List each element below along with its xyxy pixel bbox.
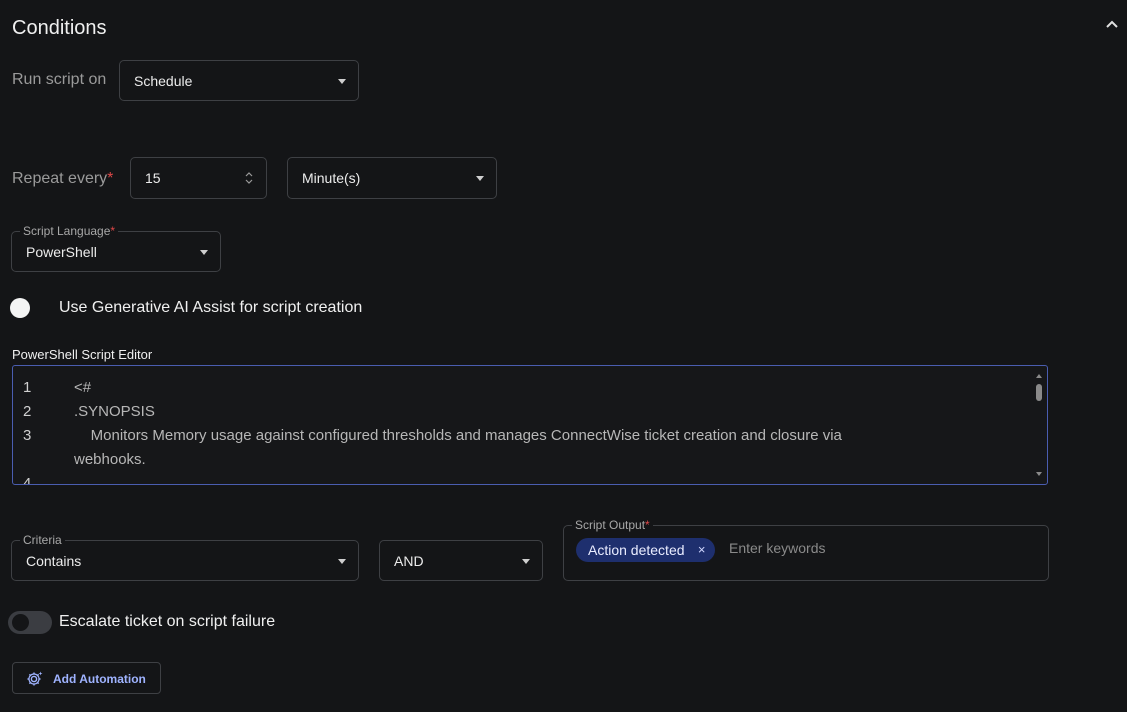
criteria-select[interactable]: Criteria Contains (11, 533, 359, 581)
editor-scrollbar[interactable] (1034, 370, 1044, 480)
criteria-label: Criteria (20, 533, 65, 547)
repeat-label: Repeat every* (12, 170, 114, 187)
gear-icon (27, 671, 43, 686)
script-output-field[interactable]: Script Output* Action detected × (563, 518, 1049, 581)
line-number: 3 (23, 427, 32, 444)
chevron-up-icon[interactable] (1103, 16, 1121, 34)
add-automation-button[interactable]: Add Automation (12, 662, 161, 694)
section-title: Conditions (12, 17, 107, 39)
code-line: <# (74, 379, 92, 396)
repeat-unit-value: Minute(s) (302, 170, 361, 186)
script-language-select[interactable]: Script Language* PowerShell (11, 224, 221, 272)
toggle-knob (12, 614, 29, 631)
script-output-label: Script Output* (572, 518, 653, 532)
editor-label: PowerShell Script Editor (12, 347, 153, 362)
caret-down-icon (200, 249, 208, 255)
caret-down-icon (476, 176, 484, 181)
operator-select[interactable]: AND (379, 540, 543, 581)
run-script-value: Schedule (134, 72, 193, 89)
code-line: Monitors Memory usage against configured… (74, 427, 842, 444)
keywords-input[interactable] (727, 539, 931, 557)
chip-remove-icon[interactable]: × (698, 538, 706, 562)
repeat-value: 15 (145, 170, 161, 186)
caret-down-icon (338, 78, 346, 84)
keyword-chip: Action detected × (576, 538, 715, 562)
script-language-value: PowerShell (26, 243, 97, 260)
run-script-select[interactable]: Schedule (119, 60, 359, 101)
line-number: 1 (23, 379, 32, 396)
caret-down-icon (522, 558, 530, 564)
add-automation-label: Add Automation (53, 672, 146, 686)
operator-value: AND (394, 552, 424, 569)
script-language-label: Script Language* (20, 224, 119, 238)
code-line: webhooks. (74, 451, 146, 468)
repeat-unit-select[interactable]: Minute(s) (287, 157, 497, 199)
line-number: 4 (23, 475, 32, 485)
line-number: 2 (23, 403, 32, 420)
stepper-icon[interactable] (244, 170, 254, 186)
run-script-label: Run script on (12, 71, 107, 88)
ai-assist-radio[interactable] (10, 298, 30, 318)
code-line: .SYNOPSIS (74, 403, 155, 420)
escalate-label: Escalate ticket on script failure (59, 613, 276, 630)
caret-down-icon (338, 558, 346, 564)
script-editor[interactable]: 1 2 3 4 <# .SYNOPSIS Monitors Memory usa… (12, 365, 1048, 485)
repeat-number-input[interactable]: 15 (130, 157, 267, 199)
criteria-value: Contains (26, 552, 82, 569)
required-mark: * (107, 170, 114, 187)
escalate-toggle[interactable] (8, 611, 52, 634)
ai-assist-label: Use Generative AI Assist for script crea… (59, 299, 363, 316)
